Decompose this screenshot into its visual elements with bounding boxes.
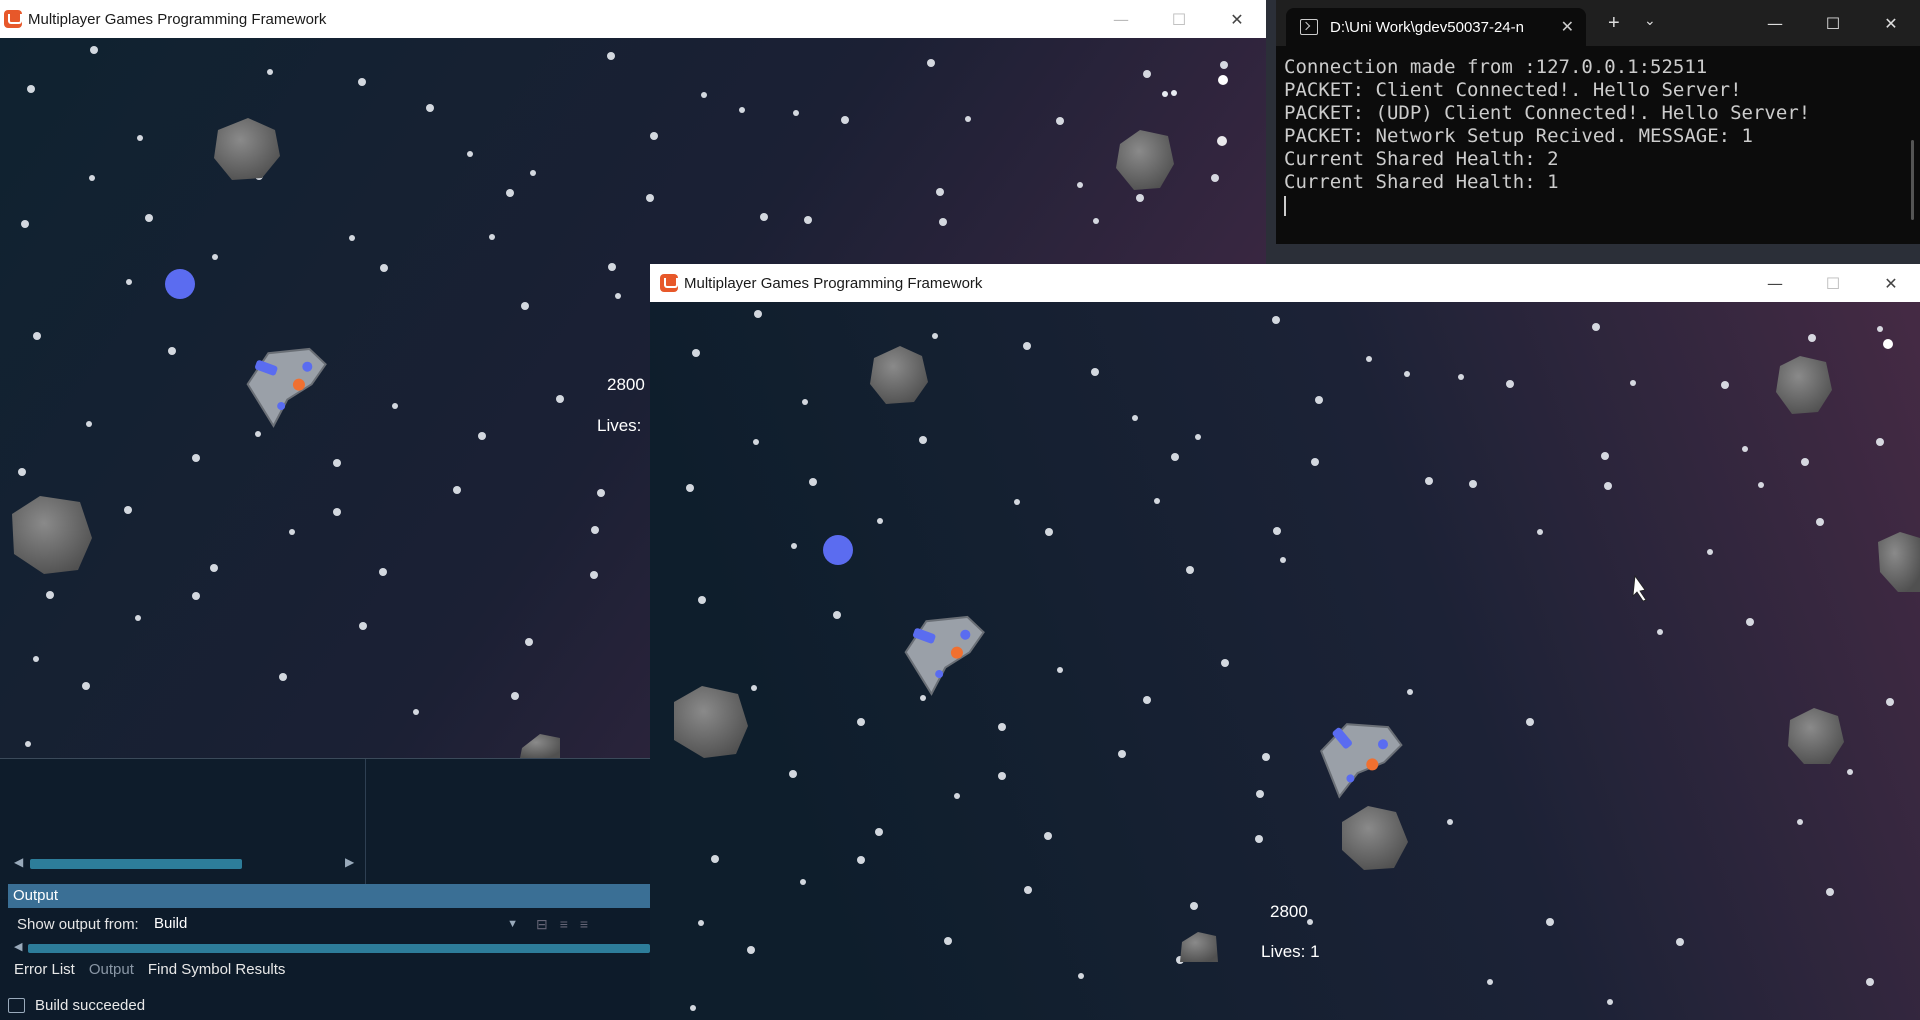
front-game-viewport[interactable]: 2800 Lives: 1 bbox=[650, 302, 1920, 1020]
terminal-line: PACKET: Network Setup Recived. MESSAGE: … bbox=[1284, 125, 1753, 147]
next-message-icon[interactable]: ≡ bbox=[580, 916, 588, 933]
terminal-window[interactable]: D:\Uni Work\gdev50037-24-n ✕ + ⌄ — ☐ ✕ C… bbox=[1276, 0, 1920, 244]
terminal-caret bbox=[1284, 195, 1286, 216]
terminal-minimize-button[interactable]: — bbox=[1746, 0, 1804, 46]
prev-message-icon[interactable]: ≡ bbox=[560, 916, 568, 933]
terminal-icon bbox=[1300, 19, 1318, 35]
terminal-close-button[interactable]: ✕ bbox=[1862, 0, 1920, 46]
show-output-from-label: Show output from: bbox=[17, 916, 139, 933]
back-close-button[interactable]: ✕ bbox=[1208, 0, 1266, 38]
front-game-window[interactable]: Multiplayer Games Programming Framework … bbox=[650, 264, 1920, 1020]
monogame-app-icon bbox=[660, 274, 678, 292]
back-minimize-button[interactable]: — bbox=[1092, 0, 1150, 38]
tab-dropdown-button[interactable]: ⌄ bbox=[1644, 12, 1656, 29]
new-tab-button[interactable]: + bbox=[1608, 12, 1620, 35]
pane-splitter[interactable] bbox=[365, 759, 366, 899]
terminal-maximize-button[interactable]: ☐ bbox=[1804, 0, 1862, 46]
chevron-down-icon: ▼ bbox=[507, 918, 518, 930]
tab-output[interactable]: Output bbox=[89, 961, 134, 978]
back-window-title: Multiplayer Games Programming Framework bbox=[28, 10, 327, 28]
status-bar: Build succeeded bbox=[0, 990, 650, 1020]
output-panel-header[interactable]: Output bbox=[8, 884, 650, 908]
back-window-titlebar[interactable]: Multiplayer Games Programming Framework … bbox=[0, 0, 1266, 38]
output-toolbar: ⊟ ≡ ≡ bbox=[536, 916, 588, 933]
terminal-tabbar[interactable]: D:\Uni Work\gdev50037-24-n ✕ + ⌄ — ☐ ✕ bbox=[1276, 0, 1920, 46]
front-score-text: 2800 bbox=[1270, 902, 1308, 921]
build-status-icon bbox=[8, 997, 25, 1013]
front-window-title: Multiplayer Games Programming Framework bbox=[684, 274, 983, 292]
back-score-text: 2800 bbox=[607, 375, 645, 394]
status-text: Build succeeded bbox=[35, 996, 146, 1014]
terminal-line: PACKET: Client Connected!. Hello Server! bbox=[1284, 79, 1742, 101]
output-source-value: Build bbox=[154, 915, 188, 932]
tab-find-symbol-results[interactable]: Find Symbol Results bbox=[148, 961, 286, 978]
front-maximize-button[interactable]: ☐ bbox=[1804, 264, 1862, 302]
bottom-tabs: Error List Output Find Symbol Results bbox=[14, 961, 285, 978]
back-lives-text: Lives: bbox=[597, 416, 642, 435]
monogame-app-icon bbox=[4, 10, 22, 28]
terminal-tab-title: D:\Uni Work\gdev50037-24-n bbox=[1330, 18, 1524, 36]
vs-output-panel: ◀ ▶ Output Show output from: Build ▼ ⊟ ≡… bbox=[0, 758, 650, 1020]
terminal-output[interactable]: Connection made from :127.0.0.1:52511 PAC… bbox=[1284, 56, 1910, 244]
terminal-line: Connection made from :127.0.0.1:52511 bbox=[1284, 56, 1708, 78]
front-minimize-button[interactable]: — bbox=[1746, 264, 1804, 302]
terminal-scrollbar[interactable] bbox=[1911, 140, 1914, 220]
scroll-right-icon[interactable]: ▶ bbox=[345, 855, 354, 869]
front-close-button[interactable]: ✕ bbox=[1862, 264, 1920, 302]
front-lives-text: Lives: 1 bbox=[1261, 942, 1320, 961]
output-source-select[interactable]: Build ▼ bbox=[150, 912, 524, 936]
back-maximize-button[interactable]: ☐ bbox=[1150, 0, 1208, 38]
tab-error-list[interactable]: Error List bbox=[14, 961, 75, 978]
front-window-titlebar[interactable]: Multiplayer Games Programming Framework … bbox=[650, 264, 1920, 302]
vs-upper-pane: ◀ ▶ bbox=[0, 758, 650, 899]
find-message-icon[interactable]: ⊟ bbox=[536, 916, 548, 933]
output-scroll-left-icon[interactable]: ◀ bbox=[14, 940, 22, 953]
output-horizontal-scrollbar[interactable] bbox=[28, 944, 650, 953]
horizontal-scrollbar-thumb[interactable] bbox=[30, 859, 242, 869]
terminal-line: Current Shared Health: 1 bbox=[1284, 171, 1559, 193]
scroll-left-icon[interactable]: ◀ bbox=[14, 855, 23, 869]
terminal-tab-close-button[interactable]: ✕ bbox=[1561, 17, 1574, 37]
terminal-line: PACKET: (UDP) Client Connected!. Hello S… bbox=[1284, 102, 1811, 124]
terminal-line: Current Shared Health: 2 bbox=[1284, 148, 1559, 170]
terminal-tab[interactable]: D:\Uni Work\gdev50037-24-n ✕ bbox=[1286, 8, 1586, 46]
